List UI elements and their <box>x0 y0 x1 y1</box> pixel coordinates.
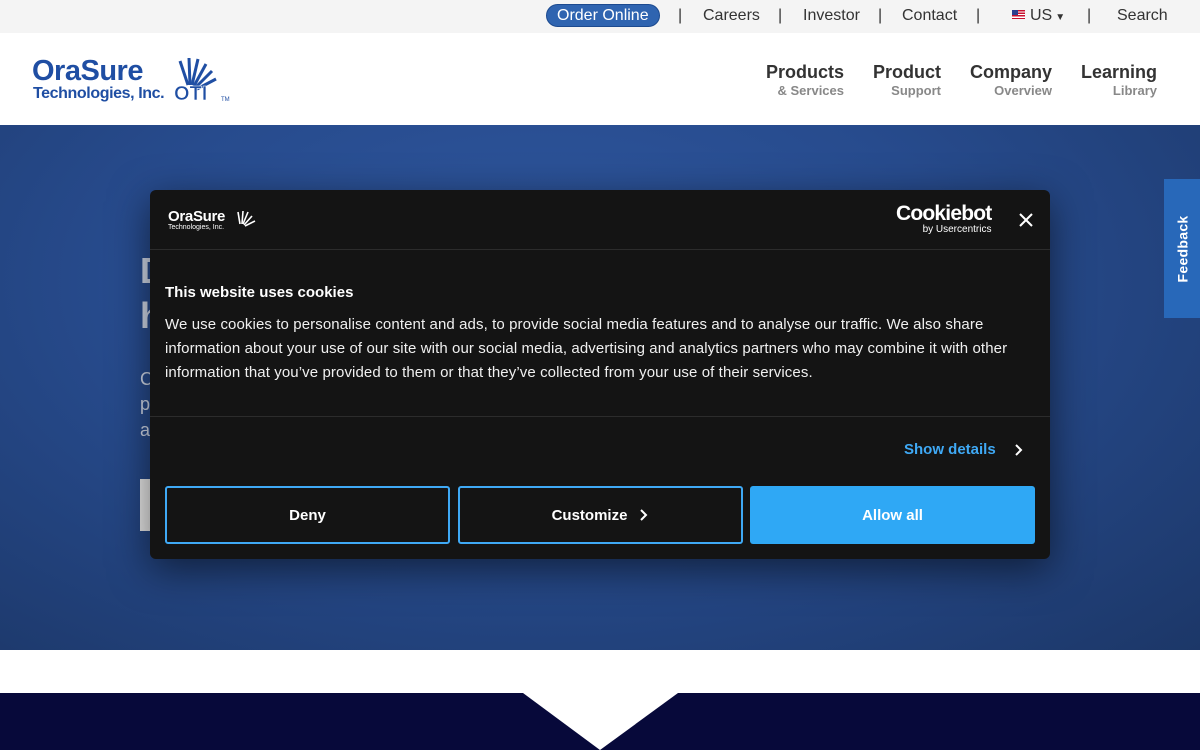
dark-section <box>0 693 1200 750</box>
dialog-header: OraSure Technologies, Inc. Cookiebot by … <box>150 190 1050 250</box>
down-notch-shape <box>523 693 678 750</box>
logo-wordmark: OraSure <box>32 55 143 87</box>
region-label: US <box>1030 7 1053 24</box>
cookie-consent-dialog: OraSure Technologies, Inc. Cookiebot by … <box>150 190 1050 559</box>
separator: | <box>976 7 981 24</box>
nav-company-sublabel: Overview <box>994 83 1052 98</box>
dialog-brand-logo: OraSure Technologies, Inc. <box>168 208 256 232</box>
dialog-divider <box>150 416 1050 417</box>
deny-button[interactable]: Deny <box>165 486 450 544</box>
dialog-description: We use cookies to personalise content an… <box>165 316 1008 381</box>
dialog-brand-name: OraSure <box>168 208 226 225</box>
allow-all-label: Allow all <box>862 506 923 524</box>
caret-down-icon: ▼ <box>1055 12 1066 23</box>
nav-learning[interactable]: Learning Library <box>1081 62 1157 100</box>
customize-button[interactable]: Customize <box>458 486 743 544</box>
chevron-right-icon <box>640 509 648 521</box>
dialog-title: This website uses cookies <box>165 284 354 301</box>
logo-subtitle: Technologies, Inc. <box>33 85 165 102</box>
nav-products-label: Products <box>765 62 844 82</box>
separator: | <box>1087 7 1092 24</box>
cookiebot-byline: by Usercentrics <box>922 224 992 235</box>
utility-bar: Order Online | Careers | Investor | Cont… <box>0 0 1200 33</box>
search-link[interactable]: Search <box>1117 0 1168 33</box>
contact-link[interactable]: Contact <box>902 0 957 33</box>
nav-products[interactable]: Products & Services <box>766 62 844 100</box>
nav-product-support-sublabel: Support <box>891 83 941 98</box>
chevron-right-icon[interactable] <box>1014 443 1024 457</box>
order-online-button[interactable]: Order Online <box>546 4 660 27</box>
nav-product-support-label: Product <box>872 62 941 82</box>
nav-company[interactable]: Company Overview <box>970 62 1052 100</box>
site-header: OraSure Technologies, Inc. OTI TM Produc… <box>0 33 1200 125</box>
dialog-brand-subtitle: Technologies, Inc. <box>168 224 225 231</box>
logo-mark-text: OTI <box>174 83 207 103</box>
oti-logo-mark-icon: OTI TM <box>174 57 230 103</box>
hero-text-fragment: a <box>140 420 151 440</box>
oti-logo-mark-icon <box>237 210 256 227</box>
separator: | <box>678 7 683 24</box>
customize-label: Customize <box>551 506 628 524</box>
investor-link[interactable]: Investor <box>803 0 860 33</box>
separator: | <box>878 7 883 24</box>
feedback-label: Feedback <box>1174 215 1190 282</box>
nav-products-sublabel: & Services <box>777 83 845 98</box>
careers-link[interactable]: Careers <box>703 0 760 33</box>
region-selector[interactable]: US ▼ <box>1012 0 1065 33</box>
allow-all-button[interactable]: Allow all <box>750 486 1035 544</box>
nav-learning-label: Learning <box>1080 62 1157 82</box>
cookiebot-logo[interactable]: Cookiebot by Usercentrics <box>896 202 992 236</box>
nav-learning-sublabel: Library <box>1112 83 1157 98</box>
close-icon[interactable] <box>1016 210 1036 230</box>
cookiebot-wordmark: Cookiebot <box>896 202 992 225</box>
orasure-logo[interactable]: OraSure Technologies, Inc. OTI TM <box>32 55 232 107</box>
nav-company-label: Company <box>969 62 1052 82</box>
feedback-tab[interactable]: Feedback <box>1164 179 1200 318</box>
trademark-label: TM <box>221 97 230 103</box>
section-divider <box>0 650 1200 693</box>
show-details-link[interactable]: Show details <box>904 441 996 458</box>
hero-text-fragment: p <box>140 394 151 414</box>
nav-product-support[interactable]: Product Support <box>873 62 941 100</box>
separator: | <box>778 7 783 24</box>
us-flag-icon <box>1012 10 1025 19</box>
deny-label: Deny <box>289 506 326 524</box>
